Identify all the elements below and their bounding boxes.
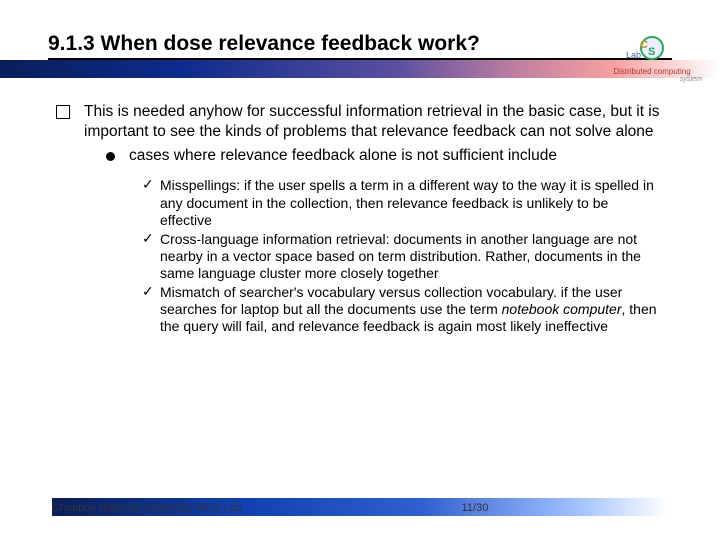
item-3: Mismatch of searcher's vocabulary versus… xyxy=(160,284,664,335)
footer: Chonbuk National University, MCS Lab 11/… xyxy=(0,498,720,514)
logo-letter-c: C xyxy=(640,39,648,51)
logo-line1: Distributed computing xyxy=(602,67,702,76)
check-bullet-icon: ✓ xyxy=(142,231,156,282)
main-text: This is needed anyhow for successful inf… xyxy=(84,103,660,140)
item-3-lead: Mismatch of searcher's vocabulary versus… xyxy=(160,284,557,300)
bullet-level3: ✓ Mismatch of searcher's vocabulary vers… xyxy=(142,284,664,335)
logo-letter-lab: Lab xyxy=(626,50,641,60)
item-3-italic: notebook computer xyxy=(502,301,622,317)
square-bullet-icon xyxy=(56,105,70,119)
sub-section: ✓ Misspellings: if the user spells a ter… xyxy=(0,169,720,335)
check-bullet-icon: ✓ xyxy=(142,177,156,228)
slide: 9.1.3 When dose relevance feedback work?… xyxy=(0,0,720,540)
disc-bullet-icon xyxy=(106,152,115,161)
item-1: Misspellings: if the user spells a term … xyxy=(160,177,664,228)
logo-letter-s: S xyxy=(648,46,655,58)
slide-title: 9.1.3 When dose relevance feedback work? xyxy=(48,32,672,56)
bullet-level3: ✓ Cross-language information retrieval: … xyxy=(142,231,664,282)
bullet-level1: This is needed anyhow for successful inf… xyxy=(56,102,664,165)
footer-page: 11/30 xyxy=(282,502,668,514)
logo-line2: system xyxy=(602,76,702,83)
check-bullet-icon: ✓ xyxy=(142,284,156,335)
bullet-level3: ✓ Misspellings: if the user spells a ter… xyxy=(142,177,664,228)
lab-logo: C S Lab Distributed computing system xyxy=(602,36,702,96)
bullet-level2: cases where relevance feedback alone is … xyxy=(84,146,664,166)
item-2-lead: Cross-language information retrieval: xyxy=(160,231,390,247)
level2-text: cases where relevance feedback alone is … xyxy=(129,146,664,166)
footer-text: Chonbuk National University, MCS Lab 11/… xyxy=(0,502,720,514)
item-1-lead: Misspellings: xyxy=(160,177,240,193)
item-2: Cross-language information retrieval: do… xyxy=(160,231,664,282)
level1-text: This is needed anyhow for successful inf… xyxy=(84,102,664,165)
footer-affiliation: Chonbuk National University, MCS Lab xyxy=(52,502,242,514)
